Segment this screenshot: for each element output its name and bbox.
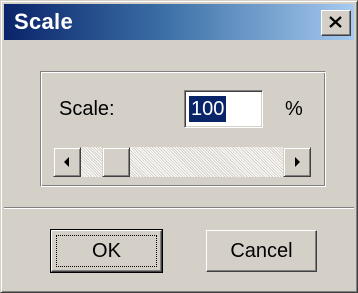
title-bar[interactable]: Scale <box>4 4 354 40</box>
arrow-right-icon <box>295 157 300 167</box>
cancel-button[interactable]: Cancel <box>206 230 317 272</box>
scroll-right-button[interactable] <box>283 147 311 177</box>
separator <box>4 207 354 209</box>
close-icon <box>329 16 342 28</box>
scale-input-value: 100 <box>189 96 227 122</box>
scale-input[interactable]: 100 <box>184 90 263 128</box>
percent-unit-label: % <box>285 98 303 120</box>
close-button[interactable] <box>321 10 351 36</box>
window-title: Scale <box>14 9 73 34</box>
ok-button-label: OK <box>92 240 121 262</box>
arrow-left-icon <box>64 157 69 167</box>
scale-label: Scale: <box>59 98 115 120</box>
scrollbar-thumb[interactable] <box>102 147 130 177</box>
ok-button[interactable]: OK <box>50 229 163 273</box>
scale-scrollbar[interactable] <box>53 147 311 177</box>
scroll-left-button[interactable] <box>53 147 81 177</box>
scale-dialog: Scale Scale: 100 % OK Cancel <box>0 0 358 293</box>
